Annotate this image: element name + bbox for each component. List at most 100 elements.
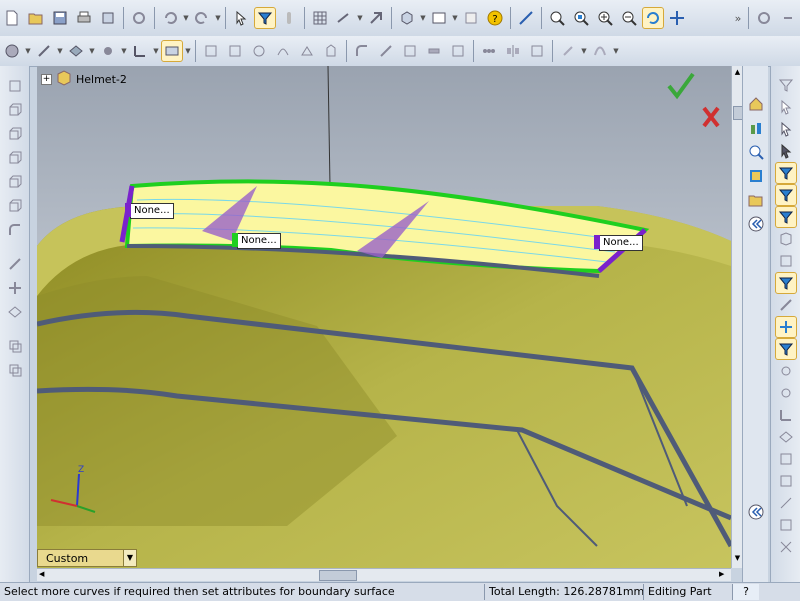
select-edge-icon[interactable]	[776, 119, 796, 139]
rebuild-traffic-icon[interactable]	[279, 8, 299, 28]
horizontal-scrollbar[interactable]: ◀ ▶	[37, 568, 731, 581]
extend-surface-icon[interactable]	[400, 41, 420, 61]
fillet-icon[interactable]	[352, 41, 372, 61]
sketch-icon[interactable]	[2, 41, 22, 61]
point-icon[interactable]	[5, 278, 25, 298]
delete-face-icon[interactable]	[448, 41, 468, 61]
filter-centers-icon[interactable]	[776, 383, 796, 403]
scroll-down-icon[interactable]: ▼	[733, 554, 742, 564]
copy-icon[interactable]	[5, 336, 25, 356]
filter-annotations-icon[interactable]	[776, 471, 796, 491]
appearances-icon[interactable]	[746, 190, 766, 210]
filter-more-icon[interactable]	[776, 537, 796, 557]
loft-icon[interactable]	[5, 172, 25, 192]
boundary-surface-icon[interactable]	[321, 41, 341, 61]
filter-edges-icon[interactable]	[774, 162, 797, 184]
window-icon[interactable]	[429, 8, 449, 28]
sketch-dropdown[interactable]: ▼	[356, 8, 364, 28]
mirror-icon[interactable]	[503, 41, 523, 61]
filter-icon[interactable]	[254, 7, 276, 29]
home-icon[interactable]	[746, 94, 766, 114]
plane-icon[interactable]	[5, 302, 25, 322]
filter-welds-icon[interactable]	[776, 493, 796, 513]
surface-icon[interactable]	[161, 40, 183, 62]
connector-callout-1[interactable]: None...	[125, 203, 174, 219]
thicken-icon[interactable]	[424, 41, 444, 61]
filter-sketch-segments-icon[interactable]	[774, 338, 797, 360]
horizontal-scroll-thumb[interactable]	[319, 570, 357, 581]
boundary-icon[interactable]	[5, 196, 25, 216]
rebuild-icon[interactable]	[129, 8, 149, 28]
grid-icon[interactable]	[310, 8, 330, 28]
redo-icon[interactable]	[192, 8, 212, 28]
pattern-linear-icon[interactable]	[479, 41, 499, 61]
pattern-dropdown[interactable]: ▼	[120, 41, 128, 61]
new-icon[interactable]	[2, 8, 22, 28]
axis-icon[interactable]	[130, 41, 150, 61]
expand-pane-icon[interactable]	[746, 502, 766, 522]
loft-surface-icon[interactable]	[297, 41, 317, 61]
toolbar-more-icon[interactable]: »	[731, 8, 745, 28]
select-face-icon[interactable]	[776, 141, 796, 161]
zoom-fit-icon[interactable]	[547, 8, 567, 28]
plane-dropdown[interactable]: ▼	[88, 41, 96, 61]
filter-solids-icon[interactable]	[776, 229, 796, 249]
model-view[interactable]: Z	[37, 66, 731, 568]
box-icon[interactable]	[5, 76, 25, 96]
customize-icon[interactable]	[754, 8, 774, 28]
view-palette-icon[interactable]	[746, 166, 766, 186]
undo-icon[interactable]	[160, 8, 180, 28]
dimension-dropdown[interactable]: ▼	[56, 41, 64, 61]
display-state-selector[interactable]: Custom ▼	[37, 549, 137, 567]
filter-axes-icon[interactable]	[776, 405, 796, 425]
filter-blocks-icon[interactable]	[776, 515, 796, 535]
view-icon[interactable]	[397, 8, 417, 28]
graphics-area[interactable]: Z + Helmet-2 None... None... None... Cus…	[37, 66, 731, 568]
revolve-icon[interactable]	[5, 124, 25, 144]
rotate-icon[interactable]	[642, 7, 664, 29]
tree-expander[interactable]: +	[41, 74, 52, 85]
sketch-line-icon[interactable]	[5, 254, 25, 274]
help-button[interactable]: ?	[732, 584, 759, 600]
undo-dropdown[interactable]: ▼	[182, 8, 190, 28]
measure-icon[interactable]	[516, 8, 536, 28]
filter-surfaces-icon[interactable]	[776, 251, 796, 271]
design-library-icon[interactable]	[746, 118, 766, 138]
filter-dimensions-icon[interactable]	[776, 295, 796, 315]
sweep-surface-icon[interactable]	[273, 41, 293, 61]
select-icon[interactable]	[231, 8, 251, 28]
curve-dropdown[interactable]: ▼	[612, 41, 620, 61]
sketch-icon[interactable]	[334, 8, 354, 28]
zoom-out-icon[interactable]	[619, 8, 639, 28]
print-icon[interactable]	[74, 8, 94, 28]
save-icon[interactable]	[50, 8, 70, 28]
file-explorer-icon[interactable]	[746, 142, 766, 162]
sketch-point-dropdown[interactable]: ▼	[580, 41, 588, 61]
view-dropdown[interactable]: ▼	[419, 8, 427, 28]
zoom-in-icon[interactable]	[595, 8, 615, 28]
filter-sketch-points-icon[interactable]	[774, 316, 797, 338]
tree-root-label[interactable]: Helmet-2	[76, 73, 127, 86]
filter-icon[interactable]	[776, 75, 796, 95]
move-copy-icon[interactable]	[527, 41, 547, 61]
plane-icon[interactable]	[66, 41, 86, 61]
sketch-point-icon[interactable]	[558, 41, 578, 61]
select-vertex-icon[interactable]	[776, 97, 796, 117]
filter-notes-icon[interactable]	[776, 449, 796, 469]
collapse-pane-icon[interactable]	[746, 214, 766, 234]
help-icon[interactable]: ?	[485, 8, 505, 28]
chevron-down-icon[interactable]: ▼	[123, 550, 136, 566]
scroll-right-icon[interactable]: ▶	[719, 569, 729, 580]
feature-icon[interactable]	[366, 8, 386, 28]
offset-surface-icon[interactable]	[201, 41, 221, 61]
window-dropdown[interactable]: ▼	[451, 8, 459, 28]
filter-midpoints-icon[interactable]	[776, 361, 796, 381]
sweep-icon[interactable]	[5, 148, 25, 168]
zoom-area-icon[interactable]	[571, 8, 591, 28]
filter-bodies-icon[interactable]	[774, 206, 797, 228]
curve-icon[interactable]	[590, 41, 610, 61]
connector-callout-2[interactable]: None...	[232, 233, 281, 249]
knit-surface-icon[interactable]	[225, 41, 245, 61]
options-icon[interactable]	[98, 8, 118, 28]
filter-curves-icon[interactable]	[774, 272, 797, 294]
